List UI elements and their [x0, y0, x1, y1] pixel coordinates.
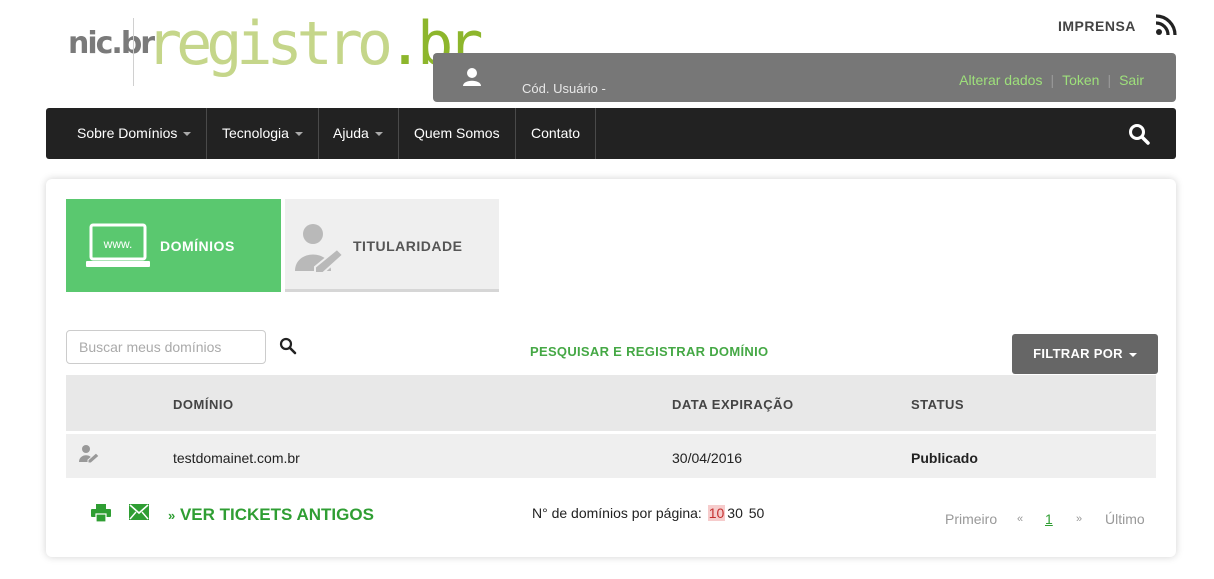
tab-dominios-label: DOMÍNIOS	[160, 238, 235, 254]
nav-ajuda[interactable]: Ajuda	[318, 108, 399, 159]
caret-down-icon	[374, 132, 383, 137]
caret-down-icon	[1128, 352, 1137, 357]
token-link[interactable]: Token	[1062, 72, 1099, 88]
nav-tecnologia[interactable]: Tecnologia	[207, 108, 319, 159]
tickets-label: VER TICKETS ANTIGOS	[179, 505, 374, 524]
sair-link[interactable]: Sair	[1119, 72, 1144, 88]
caret-down-icon	[183, 132, 192, 137]
link-separator: |	[1050, 72, 1055, 88]
column-header-status[interactable]: STATUS	[911, 397, 964, 412]
tab-titularidade[interactable]: TITULARIDADE	[285, 199, 499, 292]
ver-tickets-antigos-link[interactable]: » VER TICKETS ANTIGOS	[168, 505, 374, 525]
main-navbar: Sobre Domínios Tecnologia Ajuda Quem Som…	[46, 108, 1176, 159]
nav-label: Tecnologia	[222, 125, 289, 141]
print-icon[interactable]	[91, 504, 111, 522]
column-header-dominio[interactable]: DOMÍNIO	[173, 397, 234, 412]
table-row[interactable]: testdomainet.com.br 30/04/2016 Publicado	[66, 434, 1156, 478]
nav-label: Sobre Domínios	[77, 125, 178, 141]
user-bar: Cód. Usuário - Alterar dados | Token | Sair	[433, 53, 1176, 102]
rss-icon[interactable]	[1155, 14, 1177, 36]
cell-status: Publicado	[911, 450, 978, 466]
tab-titularidade-label: TITULARIDADE	[353, 238, 463, 254]
raquo-glyph: »	[168, 508, 176, 523]
tab-dominios[interactable]: www. DOMÍNIOS	[66, 199, 281, 292]
mail-icon[interactable]	[129, 504, 149, 520]
per-page-selector: N° de domínios por página: 10 30 50	[532, 505, 764, 521]
table-header: DOMÍNIO DATA EXPIRAÇÃO STATUS	[66, 375, 1156, 431]
search-icon[interactable]	[279, 337, 297, 355]
filtrar-por-button[interactable]: FILTRAR POR	[1012, 334, 1158, 374]
link-separator: |	[1107, 72, 1112, 88]
pager-next[interactable]: »	[1076, 513, 1082, 525]
column-header-data-expiracao[interactable]: DATA EXPIRAÇÃO	[672, 397, 794, 412]
user-edit-icon[interactable]	[79, 444, 101, 464]
laptop-icon: www.	[86, 223, 150, 267]
cell-data-expiracao: 30/04/2016	[672, 450, 743, 466]
user-links: Alterar dados | Token | Sair	[959, 72, 1144, 88]
pager-last[interactable]: Último	[1105, 511, 1145, 527]
nav-sobre-dominios[interactable]: Sobre Domínios	[62, 108, 208, 159]
user-code: Cód. Usuário -	[522, 81, 606, 96]
nav-label: Ajuda	[333, 125, 369, 141]
pager-page-1[interactable]: 1	[1045, 511, 1053, 527]
nav-label: Contato	[531, 125, 581, 141]
logo-registro-text: registro	[146, 9, 393, 79]
nic-br-logo[interactable]: nic.br	[68, 26, 155, 61]
per-page-label: N° de domínios por página:	[532, 505, 702, 521]
pesquisar-registrar-link[interactable]: PESQUISAR E REGISTRAR DOMÍNIO	[530, 344, 768, 359]
nav-label: Quem Somos	[414, 125, 500, 141]
registro-br-logo[interactable]: registro.br	[146, 14, 483, 74]
per-page-option-50[interactable]: 50	[749, 505, 765, 521]
imprensa-link[interactable]: IMPRENSA	[1058, 18, 1136, 34]
pager-first[interactable]: Primeiro	[945, 511, 997, 527]
nav-quem-somos[interactable]: Quem Somos	[399, 108, 516, 159]
per-page-option-10[interactable]: 10	[707, 505, 726, 521]
logo-divider	[133, 18, 134, 86]
www-text: www.	[103, 237, 133, 251]
per-page-option-30[interactable]: 30	[727, 505, 743, 521]
user-icon	[463, 68, 481, 86]
alterar-dados-link[interactable]: Alterar dados	[959, 72, 1042, 88]
user-edit-icon	[295, 224, 345, 274]
cell-dominio[interactable]: testdomainet.com.br	[173, 450, 300, 466]
pager-prev[interactable]: «	[1017, 513, 1023, 525]
filtrar-label: FILTRAR POR	[1033, 346, 1123, 361]
search-domains-input[interactable]	[66, 330, 266, 364]
caret-down-icon	[294, 132, 303, 137]
nav-contato[interactable]: Contato	[516, 108, 597, 159]
search-icon[interactable]	[1128, 123, 1150, 145]
